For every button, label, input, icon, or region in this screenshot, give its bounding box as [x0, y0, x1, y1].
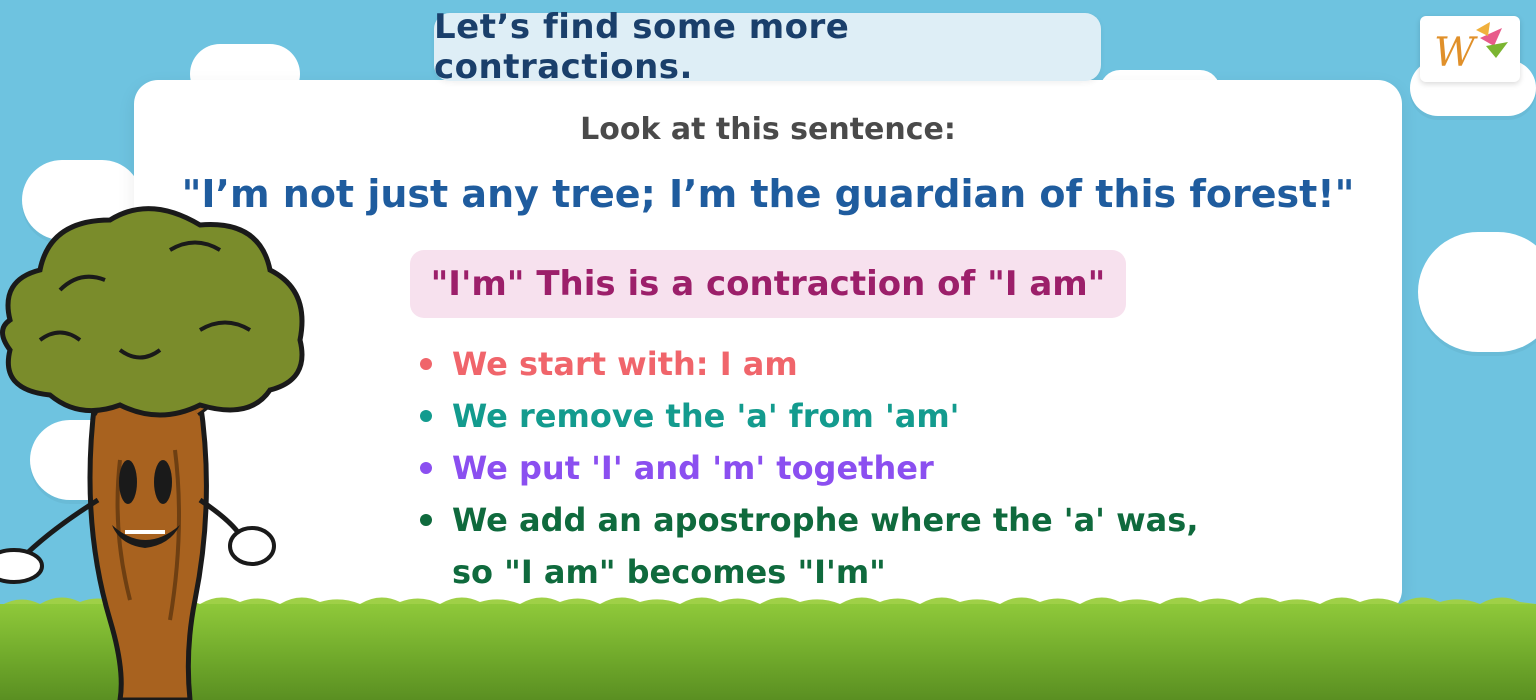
step-text: We start with: I am: [452, 345, 798, 383]
contraction-note: "I'm" This is a contraction of "I am": [430, 264, 1106, 304]
step-item: We start with: I am: [420, 338, 1198, 390]
steps-list: We start with: I am We remove the 'a' fr…: [420, 338, 1198, 598]
quote-sentence: "I’m not just any tree; I’m the guardian…: [181, 172, 1355, 216]
step-item: We remove the 'a' from 'am': [420, 390, 1198, 442]
logo-icon: W: [1434, 22, 1508, 76]
step-item: We add an apostrophe where the 'a' was, …: [420, 494, 1198, 598]
bullet-icon: [420, 410, 432, 422]
bullet-icon: [420, 358, 432, 370]
intro-text: Look at this sentence:: [580, 112, 956, 147]
bullet-icon: [420, 462, 432, 474]
bullet-icon: [420, 514, 432, 526]
step-text: We remove the 'a' from 'am': [452, 397, 960, 435]
step-text: We put 'I' and 'm' together: [452, 449, 934, 487]
step-text-continued: so "I am" becomes "I'm": [452, 553, 886, 591]
step-item: We put 'I' and 'm' together: [420, 442, 1198, 494]
cloud: [1418, 232, 1536, 352]
title-banner: Let’s find some more contractions.: [434, 7, 1101, 87]
contraction-banner: "I'm" This is a contraction of "I am": [410, 250, 1126, 318]
step-text: We add an apostrophe where the 'a' was,: [452, 501, 1199, 539]
lesson-scene: Let’s find some more contractions. Look …: [0, 0, 1536, 700]
brand-logo: W: [1420, 16, 1520, 82]
tree-character: [0, 206, 305, 700]
logo-letter: W: [1434, 30, 1478, 76]
page-title: Let’s find some more contractions.: [434, 7, 850, 87]
